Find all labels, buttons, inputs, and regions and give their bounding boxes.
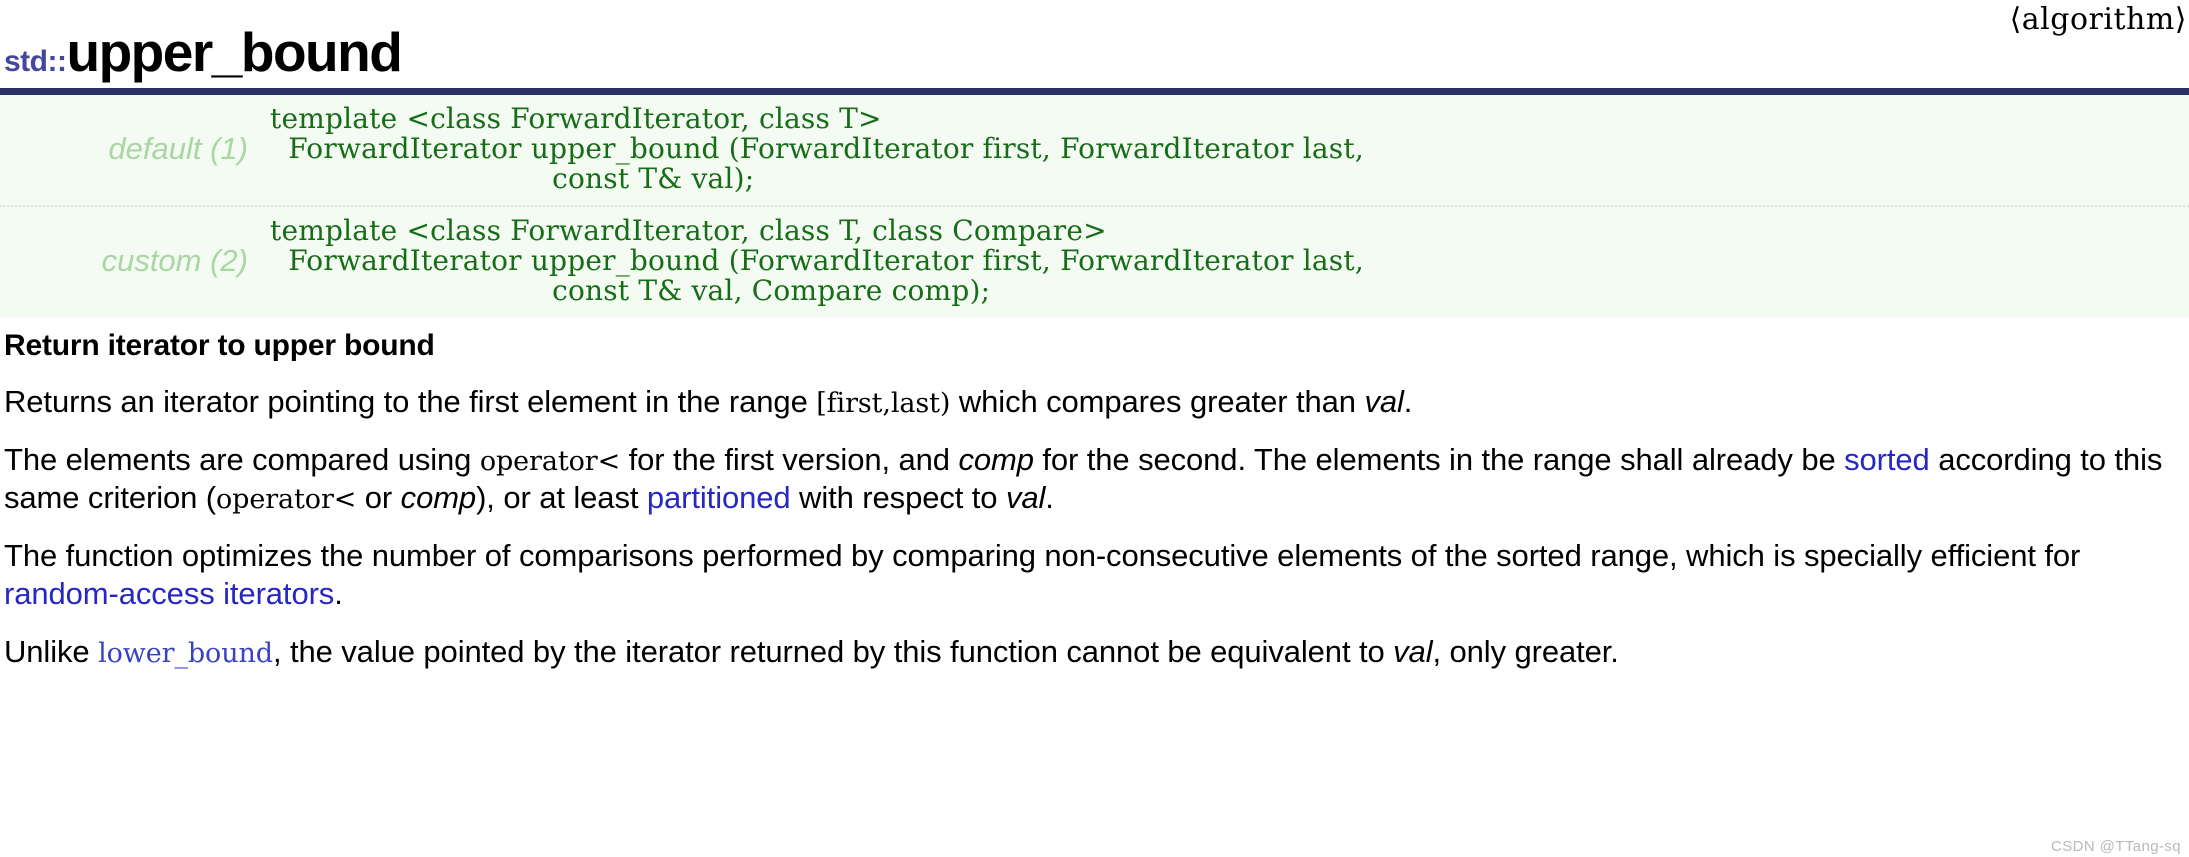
include-header-label: ⟨algorithm⟩	[2009, 2, 2187, 37]
p2-text-7: with respect to	[790, 479, 1006, 515]
p2-text-6: ), or at least	[476, 479, 647, 515]
link-lower-bound[interactable]: lower_bound	[98, 638, 273, 669]
p1-code-range: [first,last)	[816, 387, 951, 419]
p4-text-2: , the value pointed by the iterator retu…	[272, 634, 1394, 670]
description-heading: Return iterator to upper bound	[4, 328, 435, 362]
p4-text-1: Unlike	[4, 634, 99, 670]
link-random-access-iterators[interactable]: random-access iterators	[4, 576, 334, 611]
p1-text-3: .	[1403, 383, 1413, 419]
description-paragraph-3: The function optimizes the number of com…	[4, 537, 2185, 613]
namespace-prefix: std::	[4, 45, 67, 78]
p1-text-2: which compares greater than	[950, 383, 1365, 419]
signature-table: default (1) template <class ForwardItera…	[0, 95, 2189, 317]
p2-text-5: or	[356, 479, 401, 515]
description-section: Return iterator to upper bound Returns a…	[0, 329, 2189, 672]
p2-text-2: for the first version, and	[620, 441, 959, 477]
signature-label-default: default (1)	[108, 130, 248, 166]
p2-emphasis-comp: comp	[958, 441, 1034, 477]
signature-row-default: default (1) template <class ForwardItera…	[0, 95, 2189, 205]
cpp-reference-page: { "header": { "namespace": "std::", "fun…	[0, 0, 2189, 857]
p2-code-operator-lt-2: operator<	[216, 483, 357, 515]
function-name: upper_bound	[66, 21, 402, 83]
p1-emphasis-val: val	[1364, 383, 1404, 419]
description-paragraph-4: Unlike lower_bound, the value pointed by…	[4, 633, 2185, 671]
signature-label-custom: custom (2)	[101, 242, 248, 278]
p1-text-1: Returns an iterator pointing to the firs…	[4, 383, 817, 419]
p2-text-8: .	[1045, 479, 1054, 515]
signature-code-default: template <class ForwardIterator, class T…	[270, 102, 1364, 195]
p2-emphasis-val: val	[1005, 479, 1046, 515]
page-header: std:: upper_bound ⟨algorithm⟩	[0, 0, 2189, 88]
p4-emphasis-val: val	[1393, 634, 1433, 670]
p2-code-operator-lt: operator<	[479, 445, 621, 477]
signature-code-custom: template <class ForwardIterator, class T…	[270, 213, 1364, 307]
p3-text-2: .	[334, 576, 343, 612]
header-divider-rule	[0, 88, 2189, 95]
description-paragraph-2: The elements are compared using operator…	[4, 441, 2185, 517]
description-paragraph-1: Returns an iterator pointing to the firs…	[4, 383, 2185, 421]
page-title: std:: upper_bound	[4, 21, 403, 83]
signature-row-custom: custom (2) template <class ForwardIterat…	[0, 204, 2189, 317]
p2-emphasis-comp-2: comp	[400, 479, 477, 515]
watermark-label: CSDN @TTang-sq	[2050, 838, 2181, 855]
p4-text-3: , only greater.	[1432, 634, 1619, 670]
p3-text-1: The function optimizes the number of com…	[4, 538, 2081, 574]
p2-text-3: for the second. The elements in the rang…	[1033, 441, 1845, 477]
link-sorted[interactable]: sorted	[1844, 442, 1930, 477]
link-partitioned[interactable]: partitioned	[647, 480, 791, 515]
p2-text-1: The elements are compared using	[4, 441, 480, 477]
